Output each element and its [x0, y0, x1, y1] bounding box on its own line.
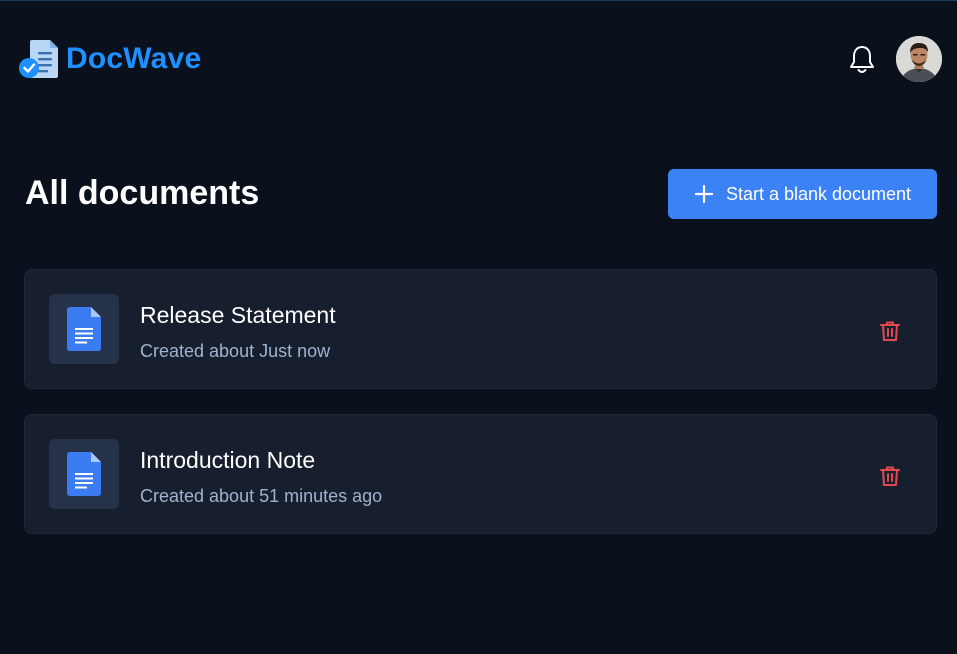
plus-icon	[694, 184, 714, 204]
start-blank-document-label: Start a blank document	[725, 183, 912, 204]
document-card-release-statement[interactable]: Release Statement Created about Just now	[24, 269, 937, 389]
document-thumbnail	[49, 294, 119, 364]
start-blank-document-button[interactable]: Start a blank document	[668, 169, 937, 219]
document-list: Release Statement Created about Just now…	[24, 269, 937, 559]
app-header: DocWave	[0, 0, 957, 118]
document-created-time: Created about 51 minutes ago	[140, 486, 383, 506]
page-title: All documents	[25, 174, 260, 212]
document-icon	[67, 452, 101, 496]
app-name: DocWave	[66, 42, 202, 75]
docwave-logo-icon	[19, 40, 58, 78]
trash-icon[interactable]	[878, 319, 902, 343]
bell-icon[interactable]	[847, 43, 877, 75]
document-card-introduction-note[interactable]: Introduction Note Created about 51 minut…	[24, 414, 937, 534]
document-thumbnail	[49, 439, 119, 509]
document-created-time: Created about Just now	[140, 341, 331, 361]
document-title[interactable]: Introduction Note	[140, 446, 315, 474]
trash-icon[interactable]	[878, 464, 902, 488]
document-title[interactable]: Release Statement	[140, 301, 336, 329]
avatar-image	[896, 36, 942, 82]
app-logo[interactable]: DocWave	[18, 38, 201, 80]
user-avatar[interactable]	[896, 36, 942, 82]
document-icon	[67, 307, 101, 351]
